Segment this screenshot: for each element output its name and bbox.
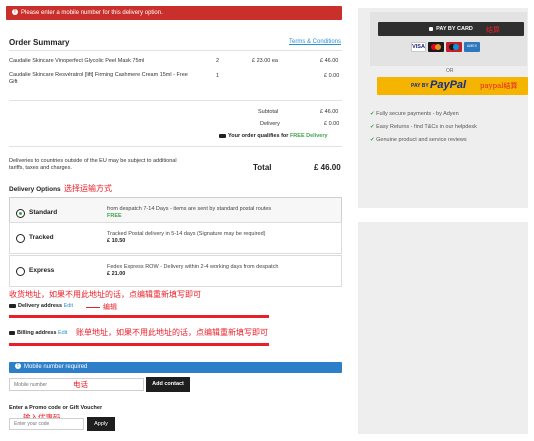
promo-code-input[interactable] [9,418,84,430]
option-price: FREE [107,213,122,219]
paypal-button[interactable]: PAY BY PayPal paypal结算 [377,77,528,95]
side-panel-lower [358,222,528,434]
billing-address-row: Billing address Edit [9,330,67,336]
eu-note: Deliveries to countries outside of the E… [9,158,177,171]
item-total: £ 46.00 [320,58,339,64]
delivery-options-title: Delivery Options [9,186,61,193]
divider [9,146,342,147]
feature-returns: ✔ Easy Returns - find T&Cs in our helpde… [370,124,477,130]
option-description: Tracked Postal delivery in 5-14 days (Si… [107,231,332,245]
free-delivery-note: Your order qualifies for FREE Delivery [219,133,328,139]
truck-icon [219,133,226,138]
annotation-checkout: 结算 [486,26,500,34]
billing-address-edit-link[interactable]: Edit [58,330,67,336]
pay-by-card-label: PAY BY CARD [436,26,473,32]
item-total: £ 0.00 [324,73,340,79]
free-delivery-prefix: Your order qualifies for [228,133,289,139]
option-name: Standard [29,209,58,216]
info-icon: ! [15,363,21,370]
truck-icon [9,303,16,308]
feature-text: Genuine product and service reviews [376,137,467,143]
radio[interactable] [16,234,25,243]
delivery-option-express[interactable]: Express Fedex Express ROW - Delivery wit… [9,255,342,287]
delivery-value: £ 0.00 [324,121,340,127]
item-qty: 2 [216,58,220,64]
card-icon [9,330,15,335]
delivery-address-label: Delivery address [18,303,63,309]
pay-by-card-button[interactable]: PAY BY CARD [378,22,524,36]
amex-icon: AMEX [464,42,480,52]
annotation-phone: 电话 [73,380,88,389]
total-value: £ 46.00 [314,163,341,172]
lock-icon [429,26,434,31]
feature-text: Fully secure payments - by Adyen [376,111,459,117]
annotation-paypal: paypal结算 [480,82,518,90]
option-name: Express [29,267,55,274]
feature-text: Easy Returns - find T&Cs in our helpdesk [376,124,477,130]
option-description: from despatch 7-14 Days - items are sent… [107,206,332,220]
billing-address-label: Billing address [17,330,57,336]
card-payment-box [370,12,527,66]
annotation-edit: 编辑 [103,303,117,311]
option-description: Fedex Express ROW - Delivery within 2-4 … [107,264,297,278]
annotation-billing-address: 账单地址，如果不用此地址的话，点编辑重新填写即可 [76,328,268,337]
mobile-required-banner: ! Mobile number required [9,362,342,373]
paypal-logo: PayPal [430,79,467,91]
delivery-address-row: Delivery address Edit [9,303,73,309]
mastercard-icon [428,42,444,52]
check-icon: ✔ [370,111,375,117]
redacted-billing-address [9,343,269,346]
feature-reviews: ✔ Genuine product and service reviews [370,137,467,143]
annotation-delivery-address: 收货地址，如果不用此地址的话，点编辑重新填写即可 [9,290,201,299]
option-price: £ 21.00 [107,271,126,277]
divider [9,100,342,101]
item-name: Caudalie Skincare Vinoperfect Glycolic P… [9,58,145,64]
divider [9,50,342,51]
error-banner-text: Please enter a mobile number for this de… [21,10,163,16]
delivery-address-edit-link[interactable]: Edit [64,303,73,309]
option-price: £ 10.50 [107,238,126,244]
delivery-option-tracked[interactable]: Tracked Tracked Postal delivery in 5-14 … [9,222,342,254]
option-desc-text: Fedex Express ROW - Delivery within 2-4 … [107,264,279,270]
paypal-prefix: PAY BY [411,83,429,89]
option-desc-text: from despatch 7-14 Days - items are sent… [107,206,272,212]
radio[interactable] [16,267,25,276]
promo-title: Enter a Promo code or Gift Voucher [9,405,103,411]
apply-button[interactable]: Apply [87,417,115,431]
feature-secure: ✔ Fully secure payments - by Adyen [370,111,459,117]
alert-icon: ! [12,9,18,16]
annotation-shipping-method: 选择运输方式 [64,184,112,193]
option-desc-text: Tracked Postal delivery in 5-14 days (Si… [107,231,266,237]
item-unit-price: £ 23.00 ea [252,58,278,64]
visa-icon: VISA [411,42,426,52]
option-name: Tracked [29,234,54,241]
delivery-label: Delivery [260,121,280,127]
or-separator: OR [446,68,454,74]
free-delivery-highlight: FREE Delivery [289,133,328,139]
check-icon: ✔ [370,137,375,143]
total-label: Total [253,163,272,172]
subtotal-label: Subtotal [258,109,279,115]
redacted-delivery-address [9,315,269,318]
maestro-icon [446,42,462,52]
add-contact-button[interactable]: Add contact [146,377,190,392]
order-summary-title: Order Summary [9,38,70,47]
check-icon: ✔ [370,124,375,130]
subtotal-value: £ 46.00 [320,109,339,115]
radio-selected[interactable] [16,209,25,218]
error-banner: ! Please enter a mobile number for this d… [6,6,342,20]
annotation-arrow [86,307,100,308]
mobile-required-text: Mobile number required [24,364,88,370]
item-qty: 1 [216,73,220,79]
terms-link[interactable]: Terms & Conditions [289,39,341,45]
item-name: Caudalie Skincare Resvératrol [lift] Fir… [9,72,188,85]
